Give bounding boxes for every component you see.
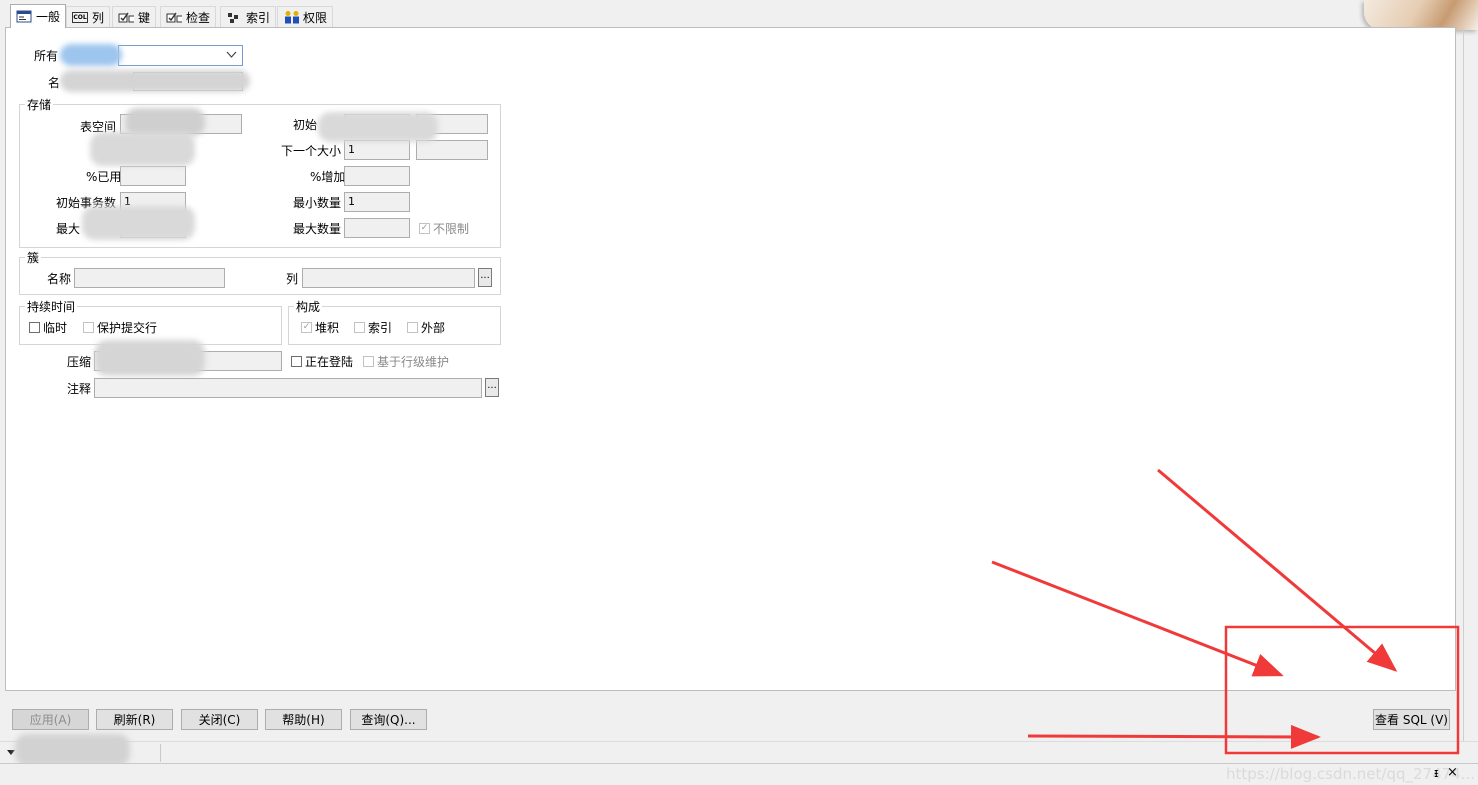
arrow-2 [991,560,1284,677]
general-icon [16,10,32,23]
annotation-overlay [991,468,1460,755]
tab-general[interactable]: 一般 [10,4,67,28]
highlight-box [1224,625,1460,755]
arrow-3 [1027,724,1321,749]
tab-general-label: 一般 [36,10,61,24]
